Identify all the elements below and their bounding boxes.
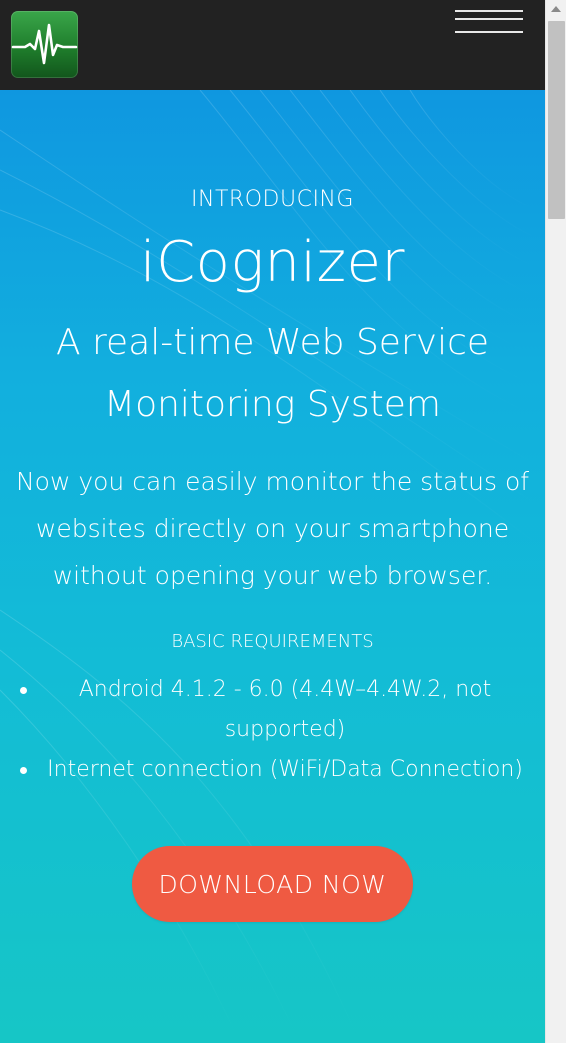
hero-section: INTRODUCING iCognizer A real-time Web Se… <box>0 90 545 1043</box>
page-viewport: INTRODUCING iCognizer A real-time Web Se… <box>0 0 545 1043</box>
menu-bar-line <box>455 18 523 20</box>
scroll-up-arrow-icon[interactable] <box>551 6 561 12</box>
vertical-scrollbar[interactable] <box>545 0 566 1043</box>
menu-bar-line <box>455 31 523 33</box>
requirements-title: BASIC REQUIREMENTS <box>171 631 374 652</box>
download-now-button[interactable]: DOWNLOAD NOW <box>132 846 413 922</box>
app-logo[interactable] <box>11 11 78 78</box>
requirements-list: Android 4.1.2 - 6.0 (4.4W–4.4W.2, not su… <box>0 670 545 790</box>
heartbeat-pulse-icon <box>11 23 78 65</box>
requirement-item: Internet connection (WiFi/Data Connectio… <box>0 750 545 790</box>
navbar <box>0 0 545 90</box>
bullet-icon <box>20 767 27 774</box>
bullet-icon <box>20 687 27 694</box>
scrollbar-thumb[interactable] <box>548 21 565 219</box>
requirement-text: Android 4.1.2 - 6.0 (4.4W–4.4W.2, not su… <box>78 677 492 742</box>
tagline: A real-time Web Service Monitoring Syste… <box>55 322 490 425</box>
app-title: iCognizer <box>140 230 405 295</box>
intro-label: INTRODUCING <box>191 187 354 212</box>
app-description: Now you can easily monitor the status of… <box>15 467 530 590</box>
requirement-text: Internet connection (WiFi/Data Connectio… <box>47 757 523 782</box>
hamburger-menu-icon[interactable] <box>455 10 523 36</box>
menu-bar-line <box>455 10 523 12</box>
requirement-item: Android 4.1.2 - 6.0 (4.4W–4.4W.2, not su… <box>0 670 545 750</box>
